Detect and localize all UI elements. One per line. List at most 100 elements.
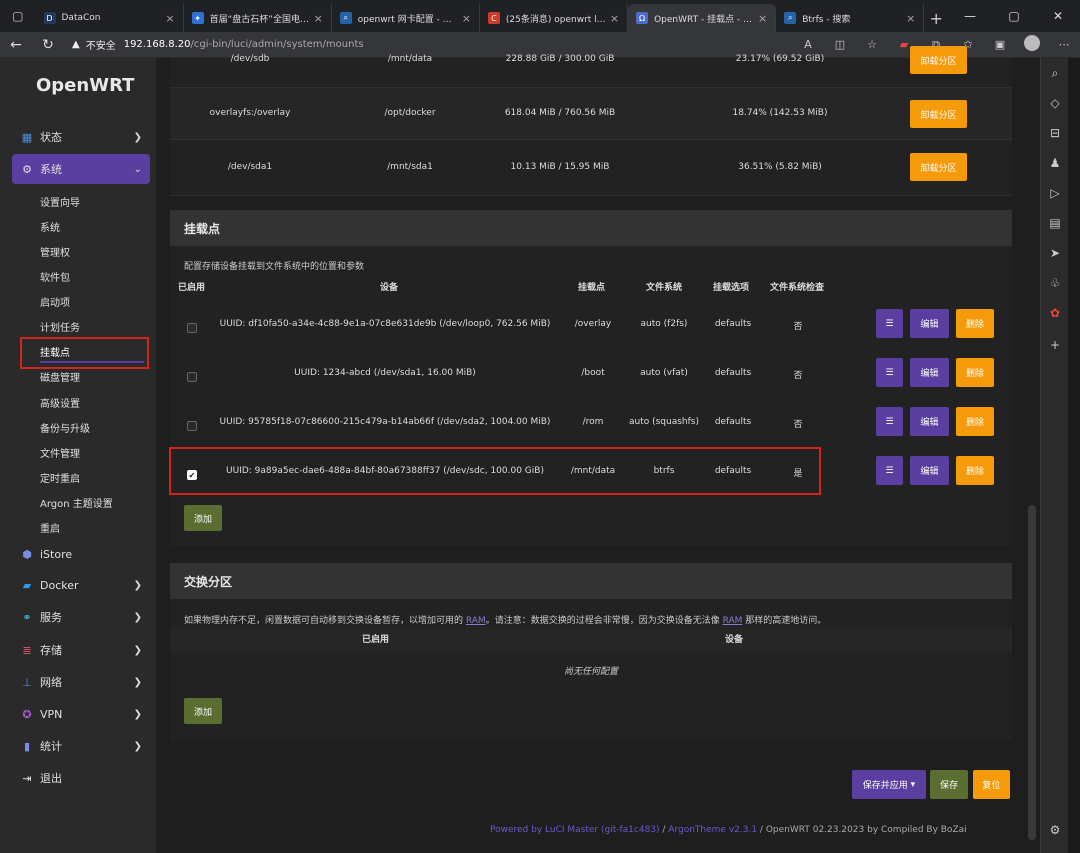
reset-button[interactable]: 复位 (973, 770, 1010, 799)
read-aloud-icon[interactable]: A (792, 38, 824, 51)
mount-device: UUID: 95785f18-07c86600-215c479a-b14ab66… (219, 417, 551, 427)
drag-handle-icon[interactable]: ☰ (876, 407, 903, 436)
sidebar-item-vpn[interactable]: ✪ VPN ❯ (12, 701, 150, 727)
minimize-icon[interactable]: — (948, 0, 992, 32)
sidebar-sub-backup[interactable]: 备份与升级 (40, 420, 90, 435)
tag-icon[interactable]: ◇ (1041, 96, 1069, 110)
more-icon[interactable]: ⋯ (1048, 38, 1080, 51)
sidebar-item-services[interactable]: ⚭ 服务 ❯ (12, 604, 150, 630)
sidebar-sub-disks[interactable]: 磁盘管理 (40, 369, 80, 384)
sidebar-sub-advanced[interactable]: 高级设置 (40, 395, 80, 410)
drag-handle-icon[interactable]: ☰ (876, 358, 903, 387)
save-apply-button[interactable]: 保存并应用 ▾ (852, 770, 926, 799)
sidebar-item-logout[interactable]: ⇥ 退出 (12, 765, 150, 791)
add-mount-button[interactable]: 添加 (184, 505, 222, 531)
new-tab-icon[interactable]: + (924, 4, 948, 32)
col-options: 挂载选项 (713, 283, 750, 293)
unmount-button[interactable]: 卸载分区 (910, 153, 967, 181)
footer-text: OpenWRT 02.23.2023 by Compiled By BoZai (765, 825, 967, 835)
sidebar-sub-wizard[interactable]: 设置向导 (40, 194, 80, 209)
window-close-icon[interactable]: ✕ (1036, 0, 1080, 32)
outlook-icon[interactable]: ▤ (1041, 216, 1069, 230)
url-path: /cgi-bin/luci/admin/system/mounts (190, 39, 364, 50)
ram-link[interactable]: RAM (723, 616, 743, 626)
sidebar-sub-admin[interactable]: 管理权 (40, 244, 70, 259)
sidebar-sub-startup[interactable]: 启动项 (40, 294, 70, 309)
collections-icon[interactable]: ▣ (984, 38, 1016, 51)
delete-button[interactable]: 删除 (956, 309, 994, 338)
sidebar-item-istore[interactable]: ⬢ iStore (12, 541, 150, 567)
sidebar-item-label: 系统 (40, 163, 62, 176)
browser-tab[interactable]: ✦ 首届“盘古石杯”全国电子数 × (184, 4, 332, 32)
sidebar-sub-reboot[interactable]: 重启 (40, 520, 60, 535)
delete-button[interactable]: 删除 (956, 358, 994, 387)
browser-tab[interactable]: D DataCon × (36, 4, 184, 32)
edit-button[interactable]: 编辑 (910, 358, 949, 387)
sidebar-item-label: 存储 (40, 644, 62, 657)
sidebar-item-stats[interactable]: ▮ 统计 ❯ (12, 733, 150, 759)
add-favorite-icon[interactable]: ☆ (856, 38, 888, 51)
ram-link[interactable]: RAM (466, 616, 486, 626)
reader-view-icon[interactable]: ◫ (824, 38, 856, 51)
settings-icon[interactable]: ⚙ (1041, 823, 1069, 837)
drag-handle-icon[interactable]: ☰ (876, 456, 903, 485)
sidebar-sub-packages[interactable]: 软件包 (40, 269, 70, 284)
store-icon: ⬢ (22, 547, 32, 561)
save-button[interactable]: 保存 (930, 770, 968, 799)
add-icon[interactable]: + (1041, 338, 1069, 352)
search-icon[interactable]: ⌕ (1041, 66, 1069, 81)
theme-link[interactable]: ArgonTheme v2.3.1 (668, 825, 757, 835)
footer-sep: / (659, 825, 669, 835)
delete-button[interactable]: 删除 (956, 407, 994, 436)
enabled-checkbox[interactable] (187, 421, 197, 431)
close-icon[interactable]: × (906, 12, 915, 25)
play-icon[interactable]: ▷ (1041, 186, 1069, 200)
drag-handle-icon[interactable]: ☰ (876, 309, 903, 338)
send-icon[interactable]: ➤ (1041, 246, 1069, 260)
sidebar-item-network[interactable]: ⊥ 网络 ❯ (12, 669, 150, 695)
profile-avatar[interactable] (1016, 35, 1048, 54)
edit-button[interactable]: 编辑 (910, 309, 949, 338)
sidebar-sub-argon[interactable]: Argon 主题设置 (40, 495, 113, 510)
browser-tab-active[interactable]: Ω OpenWRT - 挂载点 - LuCI × (628, 4, 777, 32)
tab-actions-icon[interactable]: ▢ (0, 0, 36, 32)
tab-label: (25条消息) openwrt lan 和 (505, 14, 606, 25)
maximize-icon[interactable]: ▢ (992, 0, 1036, 32)
sidebar-sub-filemanager[interactable]: 文件管理 (40, 445, 80, 460)
scrollbar-thumb[interactable] (1028, 505, 1036, 840)
close-icon[interactable]: × (314, 12, 323, 25)
delete-button[interactable]: 删除 (956, 456, 994, 485)
close-icon[interactable]: × (758, 12, 767, 25)
close-icon[interactable]: × (462, 12, 471, 25)
browser-tab[interactable]: ⌕ Btrfs - 搜索 × (776, 4, 925, 32)
toolbox-icon[interactable]: ⊟ (1041, 126, 1069, 140)
sidebar-item-storage[interactable]: ≣ 存储 ❯ (12, 637, 150, 663)
enabled-checkbox[interactable] (187, 323, 197, 333)
unmount-button[interactable]: 卸载分区 (910, 100, 967, 128)
sidebar-sub-crontab[interactable]: 计划任务 (40, 319, 80, 334)
tree-icon[interactable]: ♧ (1041, 276, 1069, 290)
sidebar-item-label: 退出 (40, 772, 62, 785)
edit-button[interactable]: 编辑 (910, 456, 949, 485)
close-icon[interactable]: × (610, 12, 619, 25)
add-swap-button[interactable]: 添加 (184, 698, 222, 724)
swap-title: 交换分区 (170, 563, 1012, 599)
unmount-button[interactable]: 卸载分区 (910, 46, 967, 74)
luci-link[interactable]: Powered by LuCI Master (git-fa1c483) (490, 825, 660, 835)
sidebar-item-system[interactable]: ⚙ 系统 ⌄ (12, 154, 150, 184)
office-icon[interactable]: ✿ (1041, 306, 1069, 320)
sidebar-sub-system[interactable]: 系统 (40, 219, 60, 234)
edit-button[interactable]: 编辑 (910, 407, 949, 436)
sidebar-item-label: 服务 (40, 611, 62, 624)
close-icon[interactable]: × (165, 12, 174, 25)
sidebar-item-docker[interactable]: ▰ Docker ❯ (12, 572, 150, 598)
browser-tab[interactable]: ⌕ openwrt 网卡配置 - 搜索 × (332, 4, 480, 32)
reload-icon[interactable]: ↻ (32, 32, 64, 58)
url-field[interactable]: ▲ 不安全 192.168.8.20/cgi-bin/luci/admin/sy… (64, 34, 792, 56)
browser-tab[interactable]: C (25条消息) openwrt lan 和 × (480, 4, 629, 32)
sidebar-item-status[interactable]: ▦ 状态 ❯ (12, 124, 150, 150)
games-icon[interactable]: ♟ (1041, 156, 1069, 170)
enabled-checkbox[interactable] (187, 372, 197, 382)
back-icon[interactable]: ← (0, 32, 32, 58)
sidebar-sub-reboot-schedule[interactable]: 定时重启 (40, 470, 80, 485)
